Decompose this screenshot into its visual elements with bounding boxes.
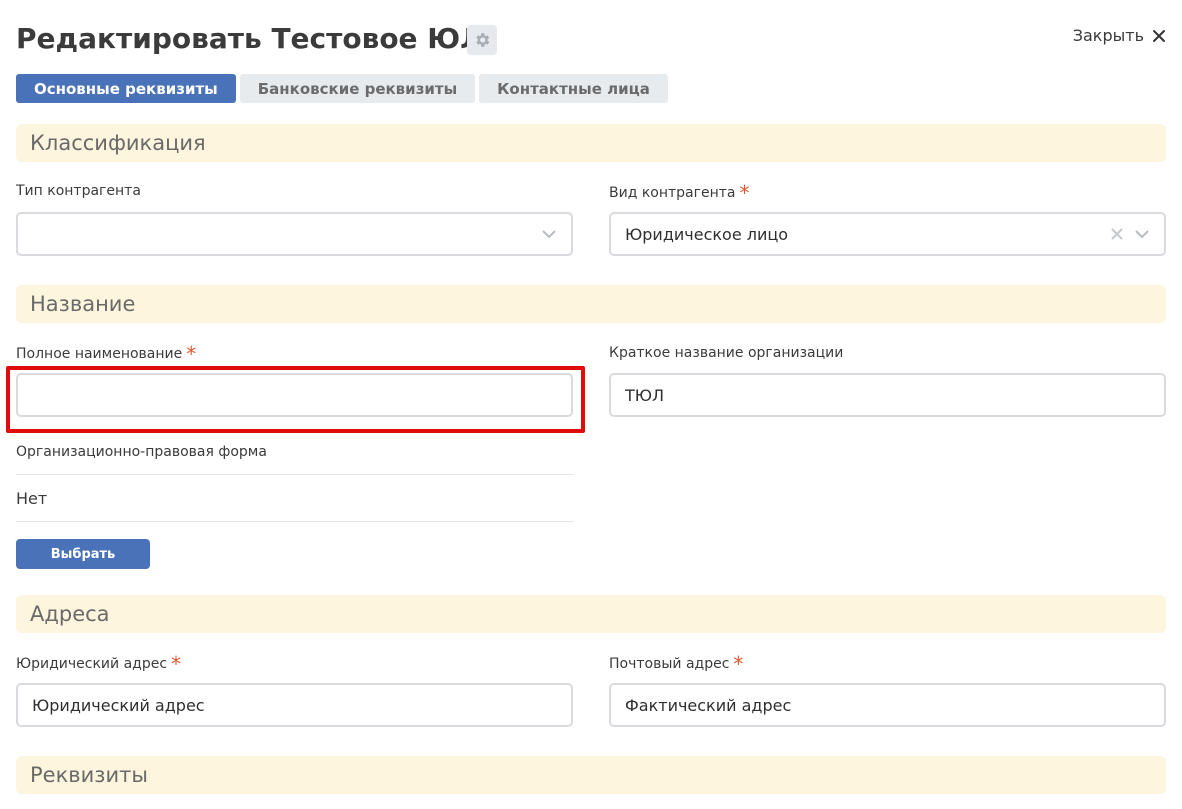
- required-mark: *: [171, 652, 182, 676]
- page-title: Редактировать Тестовое ЮЛ: [16, 22, 484, 55]
- full-name-label: Полное наименование *: [16, 342, 197, 366]
- close-button[interactable]: Закрыть: [1073, 26, 1166, 45]
- tab-bank-requisites[interactable]: Банковские реквизиты: [239, 74, 476, 103]
- short-name-input[interactable]: ТЮЛ: [609, 373, 1166, 417]
- counterparty-type-select[interactable]: [16, 212, 573, 256]
- tab-contacts[interactable]: Контактные лица: [479, 74, 668, 103]
- close-label: Закрыть: [1072, 26, 1144, 45]
- counterparty-kind-label: Вид контрагента *: [609, 181, 750, 205]
- short-name-label: Краткое название организации: [609, 345, 844, 361]
- section-title: Реквизиты: [30, 763, 148, 787]
- gear-icon: [476, 33, 490, 47]
- close-icon: [1153, 29, 1165, 42]
- tab-main-requisites[interactable]: Основные реквизиты: [16, 74, 236, 103]
- section-title: Классификация: [30, 131, 206, 155]
- section-classification: Классификация: [16, 124, 1166, 162]
- clear-icon[interactable]: [1110, 227, 1124, 241]
- required-mark: *: [186, 342, 197, 366]
- postal-address-input[interactable]: Фактический адрес: [609, 683, 1166, 727]
- required-mark: *: [739, 181, 750, 205]
- section-title: Название: [30, 292, 136, 316]
- counterparty-kind-select[interactable]: Юридическое лицо: [609, 212, 1166, 256]
- full-name-input[interactable]: [16, 373, 573, 417]
- legal-form-value: Нет: [16, 474, 573, 522]
- chevron-down-icon: [542, 230, 556, 239]
- section-requisites: Реквизиты: [16, 756, 1166, 794]
- settings-button[interactable]: [467, 25, 497, 55]
- legal-address-label: Юридический адрес *: [16, 652, 182, 676]
- legal-form-label: Организационно-правовая форма: [16, 444, 267, 460]
- tab-bar: Основные реквизиты Банковские реквизиты …: [16, 74, 668, 103]
- section-addresses: Адреса: [16, 595, 1166, 633]
- counterparty-type-label: Тип контрагента: [16, 183, 141, 199]
- legal-address-input[interactable]: Юридический адрес: [16, 683, 573, 727]
- postal-address-label: Почтовый адрес *: [609, 652, 744, 676]
- select-legal-form-button[interactable]: Выбрать: [16, 539, 150, 569]
- section-title: Адреса: [30, 602, 110, 626]
- required-mark: *: [733, 652, 744, 676]
- section-name: Название: [16, 285, 1166, 323]
- chevron-down-icon: [1135, 230, 1149, 239]
